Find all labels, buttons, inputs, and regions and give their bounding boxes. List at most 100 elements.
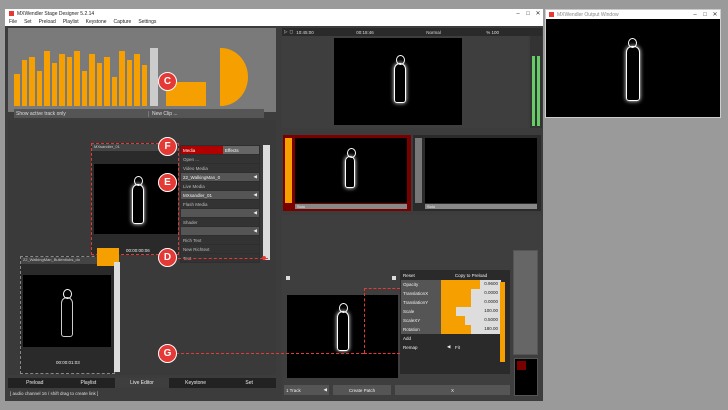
property-row[interactable]: Rotation 180.00: [401, 325, 509, 334]
level-bar: [29, 56, 35, 106]
callout-e: E: [158, 173, 177, 192]
menu-playlist[interactable]: Playlist: [63, 19, 79, 25]
tab-live-editor[interactable]: Live Editor: [115, 378, 169, 388]
level-bar: [21, 59, 27, 106]
property-slider-fill: [441, 298, 471, 307]
transport-time: 10:45:00: [296, 29, 314, 35]
layer-preview-marker-left[interactable]: [286, 276, 290, 280]
property-row[interactable]: Opacity 0.9600: [401, 280, 509, 289]
property-row[interactable]: Scale 100.00: [401, 307, 509, 316]
menu-set[interactable]: Set: [24, 19, 32, 25]
property-label: Rotation: [401, 325, 441, 334]
add-button[interactable]: Add: [401, 336, 501, 341]
property-value: 0.0000: [484, 290, 498, 295]
property-label: TranslationX: [401, 289, 441, 298]
media-menu-item[interactable]: Flash Media: [181, 200, 259, 208]
media-menu-item[interactable]: Live Media: [181, 182, 259, 190]
menu-settings[interactable]: Settings: [138, 19, 156, 25]
property-slider-fill: [441, 289, 471, 298]
connector-end-dot: [262, 256, 266, 260]
property-label: Opacity: [401, 280, 441, 289]
layer-preview-marker-right[interactable]: [392, 276, 396, 280]
dropdown-arrow-icon: ◀: [253, 210, 257, 215]
level-bar: [14, 74, 20, 106]
property-row[interactable]: ScaleXY 0.5000: [401, 316, 509, 325]
app-icon: [9, 11, 14, 16]
track-select[interactable]: 1 Track ◀: [284, 385, 329, 395]
slot-2[interactable]: Solo: [413, 135, 541, 211]
play-mode[interactable]: Normal: [426, 30, 486, 35]
property-label: TranslationY: [401, 298, 441, 307]
show-active-track-checkbox[interactable]: Show active track only: [14, 111, 148, 117]
tab-set[interactable]: Set: [222, 378, 276, 388]
media-menu-item[interactable]: Media Effects: [181, 146, 259, 154]
play-icon[interactable]: ▷: [284, 29, 287, 35]
property-slider[interactable]: 0.9600: [441, 280, 501, 289]
property-slider[interactable]: 0.0000: [441, 298, 501, 307]
property-row[interactable]: TranslationY 0.0000: [401, 298, 509, 307]
clip-g-scrollbar[interactable]: [114, 262, 120, 372]
media-menu-item-label: New Richtext: [183, 246, 210, 252]
property-slider[interactable]: 0.0000: [441, 289, 501, 298]
slot-2-label[interactable]: Solo: [425, 204, 537, 209]
create-patch-button[interactable]: Create Patch: [333, 385, 391, 395]
maximize-button[interactable]: □: [523, 11, 533, 17]
media-menu-item[interactable]: ◀: [181, 227, 259, 235]
slot-1-label[interactable]: Solo: [295, 204, 407, 209]
status-bar: [ audio channel 16 / shift drag to creat…: [10, 391, 99, 396]
media-menu-item[interactable]: 22_WalkingMan_0 ◀: [181, 173, 259, 181]
remap-left-icon[interactable]: ◀: [447, 344, 455, 350]
property-value: 180.00: [484, 326, 498, 331]
output-close-button[interactable]: ✕: [710, 11, 720, 18]
property-value: 0.0000: [484, 299, 498, 304]
property-slider[interactable]: 180.00: [441, 325, 501, 334]
media-menu-scrollbar[interactable]: [263, 145, 270, 260]
slot-1[interactable]: Solo: [283, 135, 411, 211]
new-clip-button[interactable]: New Clip ...: [148, 110, 264, 117]
property-label: ScaleXY: [401, 316, 441, 325]
level-divider: [150, 48, 158, 106]
clip-window-f[interactable]: MXsandler_01 00:00:00:06: [91, 143, 179, 255]
output-figure: [626, 38, 640, 101]
zoom-level[interactable]: % 100: [486, 30, 499, 35]
clip-window-g[interactable]: 22_WalkingMan_Bullentlubs_do 00:00:01:03: [20, 256, 115, 374]
tab-playlist[interactable]: Playlist: [62, 378, 116, 388]
tab-keystone[interactable]: Keystone: [169, 378, 223, 388]
property-row[interactable]: TranslationX 0.0000: [401, 289, 509, 298]
opacity-scrollbar[interactable]: [500, 282, 505, 362]
callout-g: G: [158, 344, 177, 363]
output-maximize-button[interactable]: □: [700, 12, 710, 18]
remap-value[interactable]: Fit: [455, 345, 501, 350]
connector-g-add: [364, 353, 400, 354]
level-gauge: [220, 48, 248, 106]
menu-preload[interactable]: Preload: [39, 19, 56, 25]
media-menu-item[interactable]: ◀: [181, 209, 259, 217]
menu-capture[interactable]: Capture: [114, 19, 132, 25]
bottom-controls: 1 Track ◀ Create Patch X: [284, 385, 510, 395]
media-menu-item[interactable]: New Richtext: [181, 245, 259, 253]
property-slider[interactable]: 0.5000: [441, 316, 501, 325]
mini-preview: [514, 358, 538, 396]
minimize-button[interactable]: –: [513, 11, 523, 17]
tab-preload[interactable]: Preload: [8, 378, 62, 388]
media-menu-item-label: Open ...: [183, 156, 200, 162]
reset-button[interactable]: Reset: [401, 273, 441, 278]
media-menu-item[interactable]: Video Media: [181, 164, 259, 172]
property-slider[interactable]: 100.00: [441, 307, 501, 316]
media-menu-item[interactable]: Rich Text: [181, 236, 259, 244]
media-menu-item[interactable]: Shader: [181, 218, 259, 226]
level-bar: [36, 71, 42, 106]
output-window: MXWendler Output Window – □ ✕: [545, 9, 721, 118]
media-menu-item-label: Flash Media: [183, 201, 208, 207]
close-button[interactable]: ✕: [533, 10, 543, 17]
property-slider-fill: [441, 307, 456, 316]
copy-to-preload-button[interactable]: Copy to Preload: [441, 273, 501, 278]
x-button[interactable]: X: [395, 385, 510, 395]
stop-icon[interactable]: ◻: [289, 29, 293, 35]
output-minimize-button[interactable]: –: [690, 12, 700, 18]
media-menu-item[interactable]: Open ...: [181, 155, 259, 163]
media-menu-item-right[interactable]: Effects: [223, 146, 259, 154]
menu-keystone[interactable]: Keystone: [86, 19, 107, 25]
menu-file[interactable]: File: [9, 19, 17, 25]
media-menu-item[interactable]: MXsandler_01 ◀: [181, 191, 259, 199]
